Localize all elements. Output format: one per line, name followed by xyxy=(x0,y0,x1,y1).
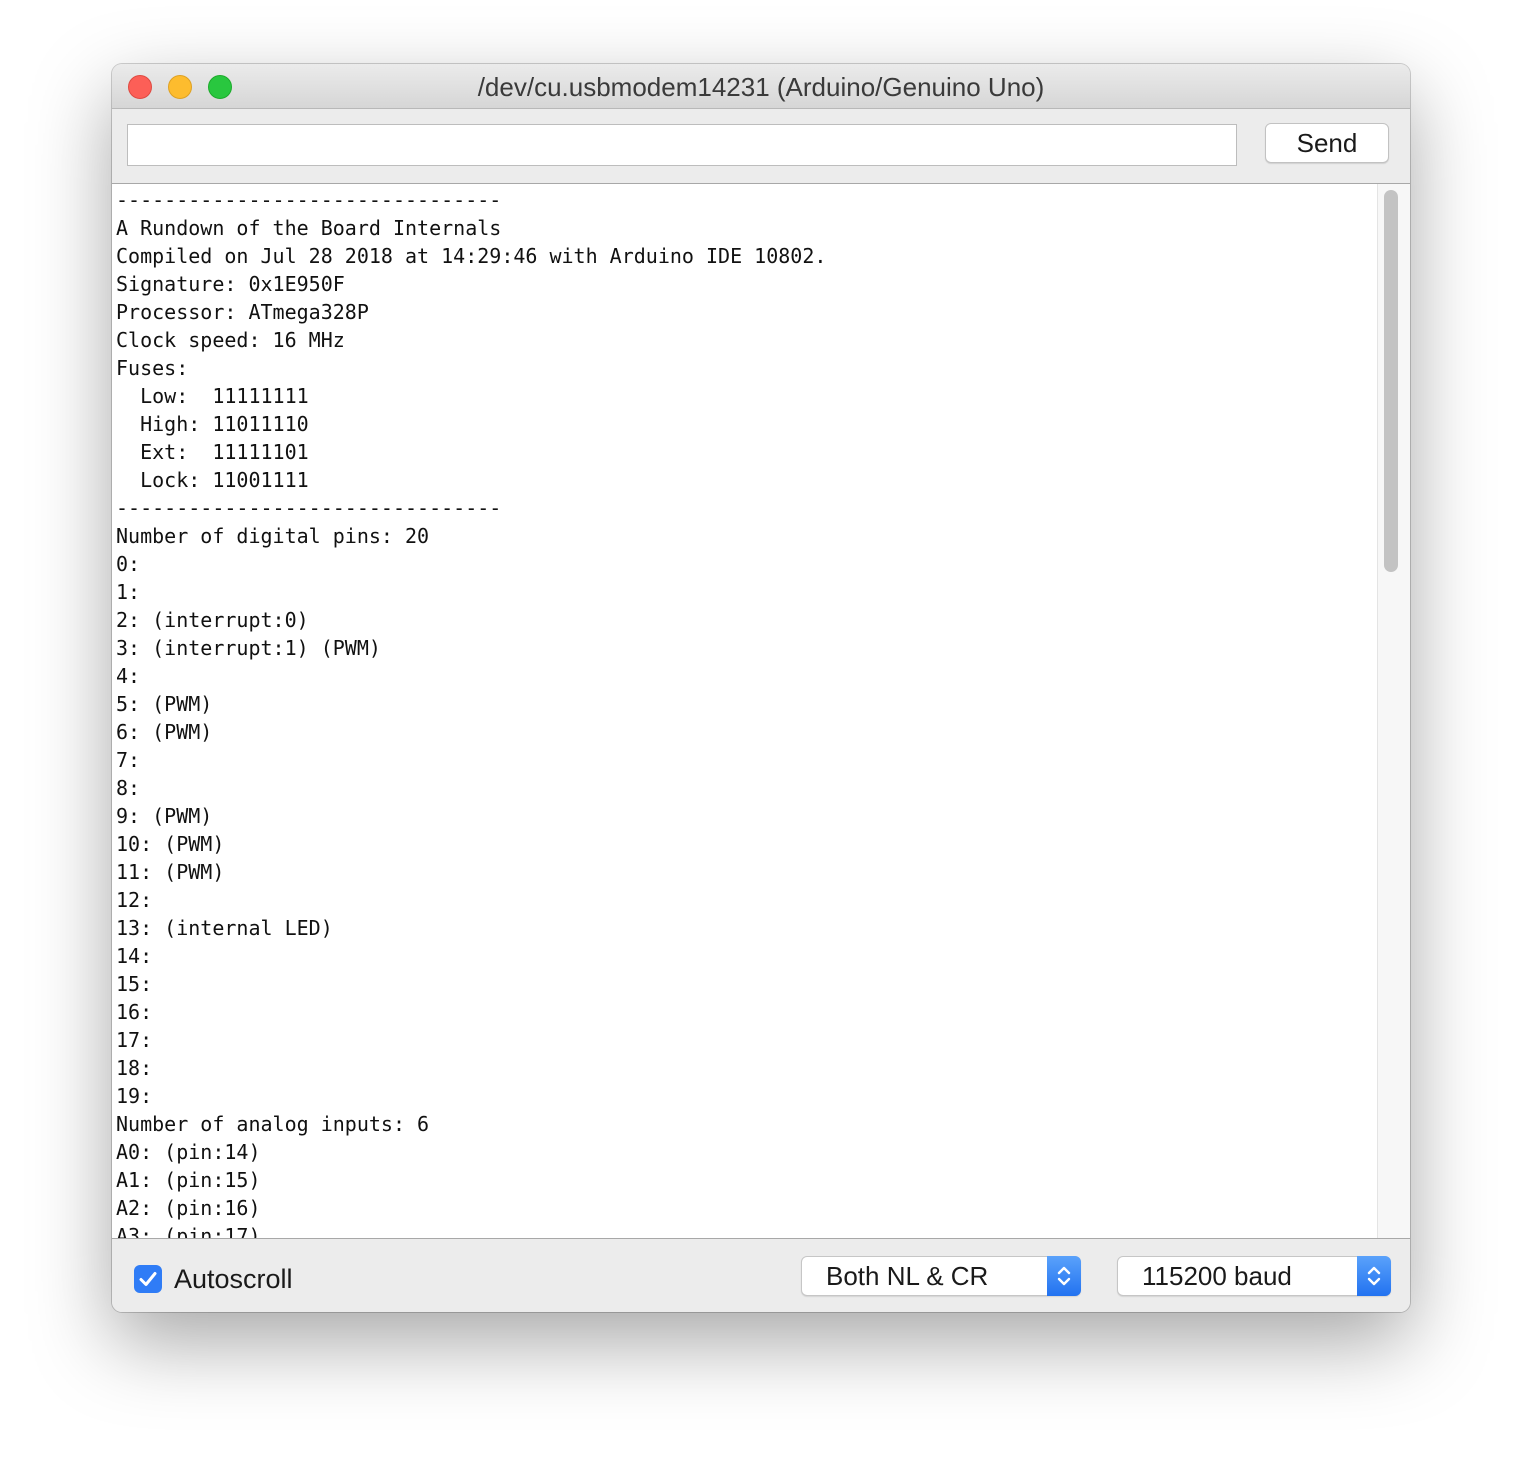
send-input[interactable] xyxy=(127,124,1237,166)
output-line: Processor: ATmega328P xyxy=(116,300,369,324)
output-line: Signature: 0x1E950F xyxy=(116,272,345,296)
bottom-toolbar: Autoscroll Both NL & CR 115200 baud xyxy=(112,1239,1410,1312)
output-line: 16: xyxy=(116,1000,153,1024)
output-line: 2: (interrupt:0) xyxy=(116,608,309,632)
output-line: -------------------------------- xyxy=(116,188,502,212)
output-line: 11: (PWM) xyxy=(116,860,225,884)
output-line: A1: (pin:15) xyxy=(116,1168,261,1192)
window-title: /dev/cu.usbmodem14231 (Arduino/Genuino U… xyxy=(477,72,1045,102)
chevron-updown-icon xyxy=(1057,1266,1071,1286)
output-line: A3: (pin:17) xyxy=(116,1224,261,1239)
baud-rate-value: 115200 baud xyxy=(1142,1261,1292,1291)
output-line: 9: (PWM) xyxy=(116,804,213,828)
autoscroll-label[interactable]: Autoscroll xyxy=(174,1263,293,1295)
output-line: A2: (pin:16) xyxy=(116,1196,261,1220)
output-line: 17: xyxy=(116,1028,153,1052)
output-line: Low: 11111111 xyxy=(116,384,309,408)
baud-rate-select[interactable]: 115200 baud xyxy=(1117,1256,1391,1296)
output-line: Number of digital pins: 20 xyxy=(116,524,430,548)
output-line: 7: xyxy=(116,748,141,772)
line-ending-arrows[interactable] xyxy=(1047,1256,1081,1296)
output-line: Clock speed: 16 MHz xyxy=(116,328,345,352)
output-line: 5: (PWM) xyxy=(116,692,213,716)
serial-output-text: -------------------------------- A Rundo… xyxy=(116,186,827,1239)
output-line: 12: xyxy=(116,888,153,912)
output-line: 19: xyxy=(116,1084,153,1108)
title-bar[interactable]: /dev/cu.usbmodem14231 (Arduino/Genuino U… xyxy=(112,64,1410,109)
chevron-updown-icon xyxy=(1367,1266,1381,1286)
baud-rate-arrows[interactable] xyxy=(1357,1256,1391,1296)
output-line: 13: (internal LED) xyxy=(116,916,333,940)
output-line: 6: (PWM) xyxy=(116,720,213,744)
output-line: High: 11011110 xyxy=(116,412,309,436)
output-line: 4: xyxy=(116,664,141,688)
output-line: 8: xyxy=(116,776,141,800)
output-line: 10: (PWM) xyxy=(116,832,225,856)
output-line: Number of analog inputs: 6 xyxy=(116,1112,430,1136)
output-line: Ext: 11111101 xyxy=(116,440,309,464)
output-line: 3: (interrupt:1) (PWM) xyxy=(116,636,381,660)
output-line: Compiled on Jul 28 2018 at 14:29:46 with… xyxy=(116,244,827,268)
output-line: A0: (pin:14) xyxy=(116,1140,261,1164)
line-ending-select[interactable]: Both NL & CR xyxy=(801,1256,1081,1296)
output-line: A Rundown of the Board Internals xyxy=(116,216,502,240)
output-line: Fuses: xyxy=(116,356,189,380)
line-ending-value: Both NL & CR xyxy=(826,1261,989,1291)
output-line: 18: xyxy=(116,1056,153,1080)
autoscroll-checkbox[interactable] xyxy=(134,1265,162,1293)
serial-output-area[interactable]: -------------------------------- A Rundo… xyxy=(112,183,1410,1239)
output-line: 0: xyxy=(116,552,141,576)
send-button[interactable]: Send xyxy=(1265,123,1389,163)
serial-monitor-window: /dev/cu.usbmodem14231 (Arduino/Genuino U… xyxy=(112,64,1410,1312)
output-line: 14: xyxy=(116,944,153,968)
output-line: 15: xyxy=(116,972,153,996)
output-line: Lock: 11001111 xyxy=(116,468,309,492)
output-line: -------------------------------- xyxy=(116,496,502,520)
output-line: 1: xyxy=(116,580,141,604)
checkmark-icon xyxy=(139,1272,157,1286)
scrollbar-thumb[interactable] xyxy=(1384,190,1398,572)
